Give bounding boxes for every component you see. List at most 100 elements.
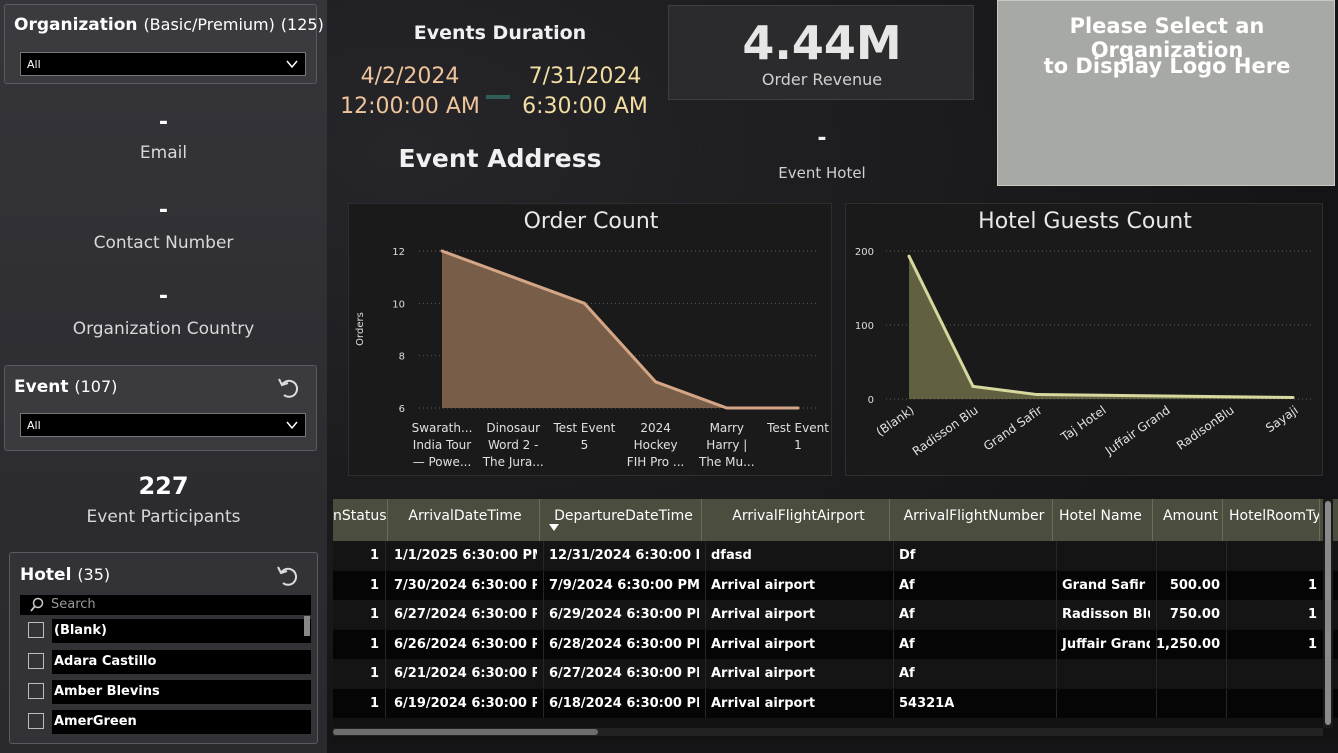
series-line bbox=[907, 255, 1294, 400]
hotel-list-item[interactable]: (Blank) bbox=[20, 619, 312, 643]
reset-icon[interactable] bbox=[274, 563, 300, 589]
table-row[interactable]: 1 7/30/2024 6:30:00 PM 7/9/2024 6:30:00 PM… bbox=[333, 570, 1338, 600]
data-point[interactable] bbox=[1035, 393, 1039, 397]
column-header[interactable]: HotelRoomTy bbox=[1223, 499, 1320, 541]
column-divider bbox=[543, 688, 544, 718]
chevron-down-icon bbox=[286, 60, 298, 69]
column-divider bbox=[1056, 600, 1057, 629]
checkbox[interactable] bbox=[28, 713, 44, 729]
area-fill bbox=[442, 251, 798, 408]
table-header: nStatus ArrivalDateTime DepartureDateTime A… bbox=[333, 499, 1338, 541]
hotel-list-item[interactable]: Amber Blevins bbox=[20, 680, 312, 704]
table-cell bbox=[1226, 541, 1317, 570]
x-tick-label: Sayaji bbox=[1263, 403, 1301, 435]
column-header[interactable]: DepartureDateTime bbox=[540, 499, 702, 541]
y-tick-label: 100 bbox=[855, 321, 874, 332]
table-cell: Juffair Grand bbox=[1062, 636, 1150, 652]
table-row[interactable]: 1 6/26/2024 6:30:00 PM 6/28/2024 6:30:00 P… bbox=[333, 629, 1338, 659]
hotel-slicer-title: Hotel (35) bbox=[20, 565, 110, 585]
column-header[interactable]: ArrivalFlightNumber bbox=[890, 499, 1053, 541]
column-divider bbox=[385, 688, 386, 718]
table-cell: 6/28/2024 6:30:00 PM bbox=[549, 636, 699, 652]
column-divider bbox=[543, 659, 544, 688]
column-header[interactable]: ArrivalDateTime bbox=[385, 499, 540, 541]
reset-icon[interactable] bbox=[275, 375, 301, 401]
hotel-title: Hotel bbox=[20, 565, 72, 585]
hotel-list-item[interactable]: AmerGreen bbox=[20, 710, 312, 734]
data-point[interactable] bbox=[725, 406, 729, 410]
scroll-thumb[interactable] bbox=[333, 729, 598, 735]
order-revenue-label: Order Revenue bbox=[761, 70, 883, 89]
data-point[interactable] bbox=[971, 384, 975, 388]
table-horizontal-scrollbar[interactable] bbox=[333, 728, 1323, 736]
organization-count: (125) bbox=[280, 15, 324, 34]
x-tick-label: Juffair Grand bbox=[1102, 403, 1173, 458]
column-divider bbox=[1156, 541, 1157, 570]
event-slicer: Event (107) All bbox=[4, 365, 317, 451]
x-tick-label: Grand Safir bbox=[981, 403, 1045, 454]
table-cell bbox=[1056, 689, 1150, 718]
event-dropdown[interactable]: All bbox=[20, 413, 306, 437]
column-header[interactable]: Amount bbox=[1153, 499, 1223, 541]
event-hotel-label: Event Hotel bbox=[778, 164, 866, 182]
column-divider bbox=[705, 600, 706, 629]
column-divider bbox=[543, 570, 544, 600]
data-point[interactable] bbox=[511, 275, 515, 279]
hotel-search-input[interactable]: Search bbox=[20, 595, 311, 615]
data-point[interactable] bbox=[582, 301, 586, 305]
hotel-list-scrollbar[interactable] bbox=[304, 616, 310, 636]
column-divider bbox=[385, 541, 386, 570]
event-title: Event bbox=[14, 377, 69, 397]
duration-start-time: 12:00:00 AM bbox=[340, 94, 480, 119]
organization-dropdown[interactable]: All bbox=[20, 52, 306, 76]
table-row[interactable]: 1 6/19/2024 6:30:00 PM 6/18/2024 6:30:00 P… bbox=[333, 688, 1338, 718]
hotel-list-item[interactable]: Adara Castillo bbox=[20, 650, 312, 674]
table-cell: Arrival airport bbox=[711, 607, 816, 622]
table-cell: 1 bbox=[369, 607, 379, 622]
column-divider bbox=[893, 541, 894, 570]
organization-subtitle: (Basic/Premium) bbox=[143, 15, 275, 34]
column-divider bbox=[893, 629, 894, 659]
column-header[interactable]: ArrivalFlightAirport bbox=[702, 499, 890, 541]
data-point[interactable] bbox=[1099, 393, 1103, 397]
area-fill bbox=[909, 256, 1293, 399]
column-divider bbox=[1226, 659, 1227, 688]
column-divider bbox=[1226, 629, 1227, 659]
column-header[interactable]: Hotel Name bbox=[1053, 499, 1153, 541]
data-point[interactable] bbox=[1291, 396, 1295, 400]
svg-text:Word 2 -: Word 2 - bbox=[488, 438, 538, 452]
column-header[interactable]: nStatus bbox=[333, 499, 388, 541]
checkbox[interactable] bbox=[28, 653, 44, 669]
data-point[interactable] bbox=[440, 249, 444, 253]
data-point[interactable] bbox=[1163, 394, 1167, 398]
table-row[interactable]: 1 1/1/2025 6:30:00 PM 12/31/2024 6:30:00 P… bbox=[333, 541, 1338, 570]
checkbox[interactable] bbox=[28, 622, 44, 638]
organization-slicer: Organization (Basic/Premium) (125) All bbox=[4, 4, 324, 84]
sort-descending-icon[interactable] bbox=[549, 524, 559, 532]
table-vertical-scrollbar[interactable] bbox=[1323, 499, 1333, 728]
table-cell: 7/30/2024 6:30:00 PM bbox=[394, 577, 537, 593]
scroll-thumb[interactable] bbox=[1325, 501, 1331, 725]
svg-text:5: 5 bbox=[581, 438, 589, 452]
checkbox[interactable] bbox=[28, 683, 44, 699]
data-point[interactable] bbox=[796, 406, 800, 410]
data-point[interactable] bbox=[654, 380, 658, 384]
hotel-item-label: Amber Blevins bbox=[54, 684, 160, 699]
data-point[interactable] bbox=[1227, 395, 1231, 399]
column-divider bbox=[543, 629, 544, 659]
table-cell: 6/27/2024 6:30:00 PM bbox=[549, 666, 699, 681]
table-cell: 1 bbox=[1307, 577, 1317, 593]
chevron-down-icon bbox=[286, 421, 298, 430]
organization-slicer-title: Organization (Basic/Premium) (125) bbox=[14, 15, 324, 35]
table-row[interactable]: 1 6/21/2024 6:30:00 PM 6/27/2024 6:30:00 P… bbox=[333, 659, 1338, 688]
logo-placeholder: Please Select an Organization to Display… bbox=[997, 0, 1335, 186]
table-row[interactable]: 1 6/27/2024 6:30:00 PM 6/29/2024 6:30:00 P… bbox=[333, 600, 1338, 629]
event-participants-label: Event Participants bbox=[86, 507, 241, 527]
column-divider bbox=[1226, 600, 1227, 629]
data-point[interactable] bbox=[907, 254, 911, 258]
hotel-count: (35) bbox=[77, 565, 111, 584]
hotel-item-label: AmerGreen bbox=[54, 714, 137, 729]
event-address-title: Event Address bbox=[398, 144, 602, 173]
table-cell: Arrival airport bbox=[711, 577, 816, 593]
table-cell: Df bbox=[899, 548, 916, 563]
